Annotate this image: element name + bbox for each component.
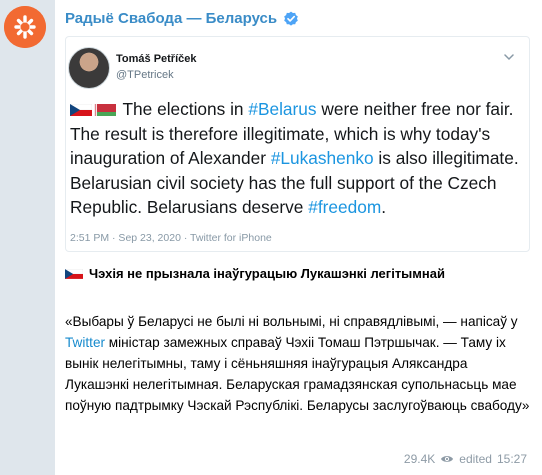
- chevron-down-icon: [504, 54, 514, 61]
- tweet-author-name: Tomáš Petříček: [116, 53, 197, 65]
- message-footer: 29.4K edited 15:27: [404, 452, 527, 466]
- czech-flag-icon: [65, 268, 83, 279]
- eye-icon: [441, 456, 454, 462]
- edited-label: edited: [459, 452, 492, 466]
- rfe-logo-icon: [4, 6, 46, 48]
- message-bubble: Радыё Свабода — Беларусь Tomáš Petříček …: [55, 0, 542, 475]
- twitter-link[interactable]: Twitter: [65, 335, 105, 350]
- hashtag-belarus: #Belarus: [248, 99, 317, 119]
- tweet-author-avatar: [68, 47, 110, 89]
- tweet-embed-image[interactable]: Tomáš Petříček @TPetricek The elections …: [65, 36, 530, 252]
- tweet-meta: 2:51 PM · Sep 23, 2020 · Twitter for iPh…: [70, 232, 272, 244]
- body-text-part: «Выбары ў Беларусі не былі ні вольнымі, …: [65, 314, 518, 329]
- message-caption: Чэхія не прызнала інаўгурацыю Лукашэнкі …: [65, 266, 445, 281]
- channel-header: Радыё Свабода — Беларусь: [65, 10, 299, 27]
- hashtag-freedom: #freedom: [308, 197, 382, 217]
- czech-flag-icon: [70, 104, 92, 116]
- channel-avatar[interactable]: [4, 6, 46, 48]
- tweet-author-handle: @TPetricek: [116, 69, 174, 81]
- message-body: «Выбары ў Беларусі не былі ні вольнымі, …: [65, 311, 533, 416]
- caption-text: Чэхія не прызнала інаўгурацыю Лукашэнкі …: [89, 266, 445, 281]
- tweet-text: The elections in #Belarus were neither f…: [70, 97, 520, 220]
- hashtag-lukashenko: #Lukashenko: [270, 148, 374, 168]
- tweet-text-part: .: [381, 197, 387, 217]
- view-count: 29.4K: [403, 452, 436, 466]
- belarus-flag-icon: [94, 104, 116, 116]
- verified-badge-icon: [284, 11, 298, 26]
- message-time: 15:27: [496, 452, 527, 466]
- body-text-part: міністар замежных справаў Чэхіі Томаш Пэ…: [65, 335, 530, 413]
- tweet-text-part: The elections in: [122, 99, 249, 119]
- channel-name[interactable]: Радыё Свабода — Беларусь: [65, 10, 277, 27]
